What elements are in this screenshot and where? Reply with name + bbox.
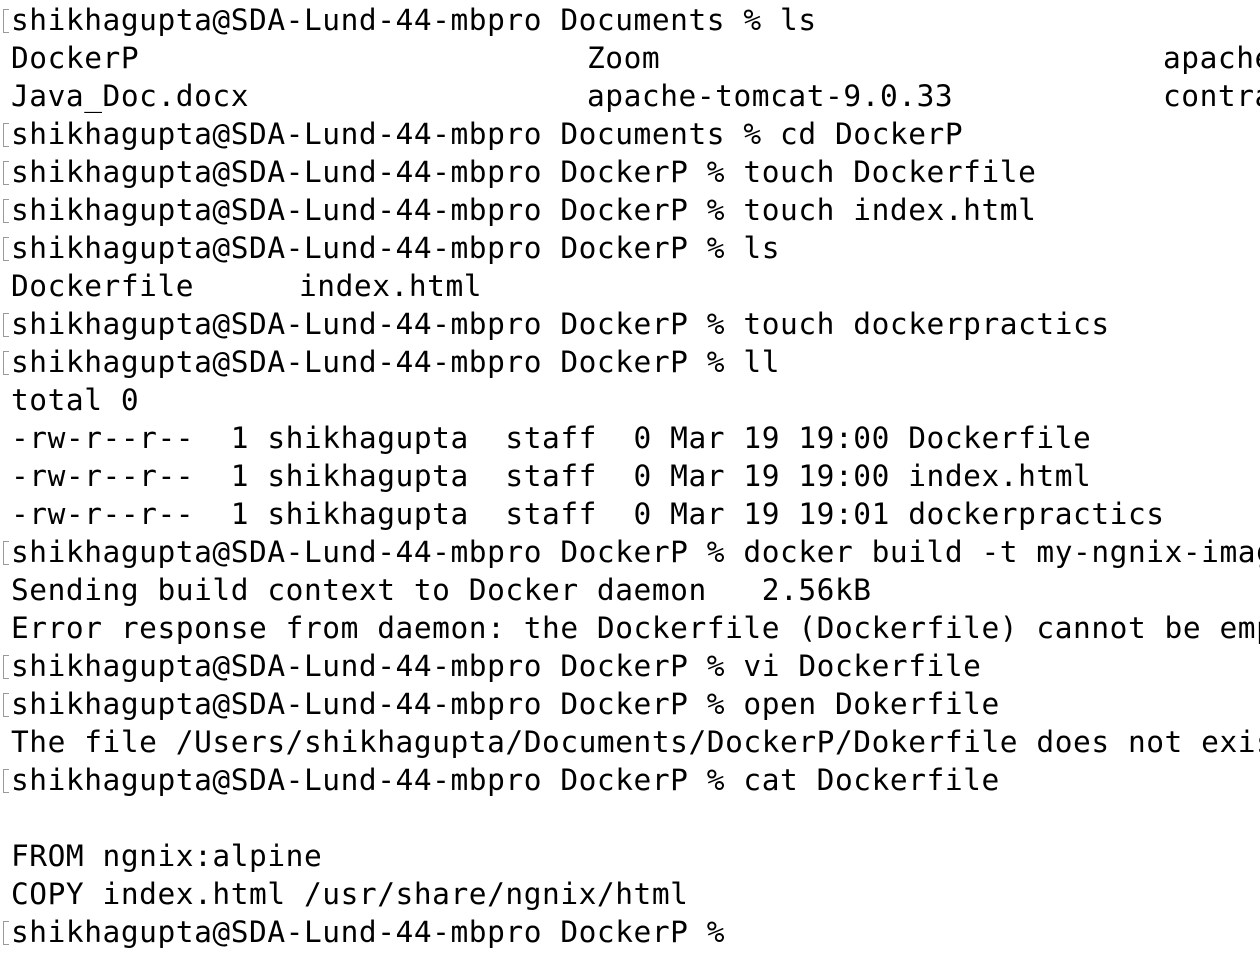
output-text: Sending build context to Docker daemon 2… <box>11 573 872 607</box>
mark-bracket-icon <box>0 191 9 229</box>
output-line: COPY index.html /usr/share/ngnix/html <box>11 875 1260 913</box>
output-line: Error response from daemon: the Dockerfi… <box>11 609 1260 647</box>
mark-bracket-icon <box>0 1 9 39</box>
prompt-line: shikhagupta@SDA-Lund-44-mbpro DockerP % … <box>3 533 1260 571</box>
command-text: cat Dockerfile <box>743 763 1000 797</box>
mark-bracket-icon <box>0 761 9 799</box>
output-line: -rw-r--r-- 1 shikhagupta staff 0 Mar 19 … <box>11 495 1260 533</box>
prompt-line: shikhagupta@SDA-Lund-44-mbpro DockerP % … <box>3 647 1260 685</box>
prompt-line: shikhagupta@SDA-Lund-44-mbpro DockerP % … <box>3 191 1260 229</box>
output-line: -rw-r--r-- 1 shikhagupta staff 0 Mar 19 … <box>11 419 1260 457</box>
mark-bracket-icon <box>0 647 9 685</box>
command-text: touch Dockerfile <box>743 155 1037 189</box>
prompt-line: shikhagupta@SDA-Lund-44-mbpro DockerP % <box>3 913 1260 951</box>
mark-bracket-icon <box>0 343 9 381</box>
command-text: ll <box>743 345 781 379</box>
prompt-line: shikhagupta@SDA-Lund-44-mbpro DockerP % … <box>3 305 1260 343</box>
ls-output-row: DockerP Zoom apache <box>11 39 1260 77</box>
mark-bracket-icon <box>0 913 9 951</box>
command-text: docker build -t my-ngnix-image <box>743 535 1260 569</box>
output-text: -rw-r--r-- 1 shikhagupta staff 0 Mar 19 … <box>11 421 1092 455</box>
prompt-text: shikhagupta@SDA-Lund-44-mbpro DockerP % <box>11 763 744 797</box>
prompt-text: shikhagupta@SDA-Lund-44-mbpro DockerP % <box>11 687 744 721</box>
prompt-text: shikhagupta@SDA-Lund-44-mbpro DockerP % <box>11 649 744 683</box>
ls-entry: contra <box>1163 79 1260 113</box>
prompt-line: shikhagupta@SDA-Lund-44-mbpro DockerP % … <box>3 229 1260 267</box>
prompt-line: shikhagupta@SDA-Lund-44-mbpro DockerP % … <box>3 685 1260 723</box>
output-text: total 0 <box>11 383 140 417</box>
command-text: ls <box>743 231 781 265</box>
command-text: touch index.html <box>743 193 1037 227</box>
command-text: cd DockerP <box>780 117 964 151</box>
prompt-line: shikhagupta@SDA-Lund-44-mbpro Documents … <box>3 1 1260 39</box>
command-text: vi Dockerfile <box>743 649 982 683</box>
prompt-line: shikhagupta@SDA-Lund-44-mbpro DockerP % … <box>3 761 1260 799</box>
ls-output-row: Java_Doc.docx apache-tomcat-9.0.33 contra <box>11 77 1260 115</box>
ls-entry: apache <box>1163 41 1260 75</box>
ls-entry: Zoom <box>587 41 661 75</box>
prompt-line: shikhagupta@SDA-Lund-44-mbpro DockerP % … <box>3 343 1260 381</box>
terminal-window[interactable]: shikhagupta@SDA-Lund-44-mbpro Documents … <box>0 0 1260 954</box>
prompt-line: shikhagupta@SDA-Lund-44-mbpro Documents … <box>3 115 1260 153</box>
ls-entry: apache-tomcat-9.0.33 <box>587 79 954 113</box>
mark-bracket-icon <box>0 533 9 571</box>
prompt-text: shikhagupta@SDA-Lund-44-mbpro Documents … <box>11 3 781 37</box>
output-line: FROM ngnix:alpine <box>11 837 1260 875</box>
prompt-text: shikhagupta@SDA-Lund-44-mbpro DockerP % <box>11 231 744 265</box>
output-text: -rw-r--r-- 1 shikhagupta staff 0 Mar 19 … <box>11 497 1165 531</box>
ls-entry: DockerP <box>11 41 140 75</box>
output-text: -rw-r--r-- 1 shikhagupta staff 0 Mar 19 … <box>11 459 1092 493</box>
prompt-text: shikhagupta@SDA-Lund-44-mbpro DockerP % <box>11 535 744 569</box>
command-text: ls <box>780 3 817 37</box>
ls-entry: Dockerfile <box>11 269 195 303</box>
output-line: -rw-r--r-- 1 shikhagupta staff 0 Mar 19 … <box>11 457 1260 495</box>
output-line: The file /Users/shikhagupta/Documents/Do… <box>11 723 1260 761</box>
mark-bracket-icon <box>0 153 9 191</box>
prompt-text: shikhagupta@SDA-Lund-44-mbpro DockerP % <box>11 307 744 341</box>
prompt-text: shikhagupta@SDA-Lund-44-mbpro Documents … <box>11 117 781 151</box>
prompt-text: shikhagupta@SDA-Lund-44-mbpro DockerP % <box>11 345 744 379</box>
prompt-text: shikhagupta@SDA-Lund-44-mbpro DockerP % <box>11 193 744 227</box>
ls-entry: Java_Doc.docx <box>11 79 250 113</box>
ls-entry: index.html <box>299 269 483 303</box>
prompt-line: shikhagupta@SDA-Lund-44-mbpro DockerP % … <box>3 153 1260 191</box>
command-text: open Dokerfile <box>743 687 1000 721</box>
ls-output-row: Dockerfile index.html <box>11 267 1260 305</box>
mark-bracket-icon <box>0 305 9 343</box>
output-line: Sending build context to Docker daemon 2… <box>11 571 1260 609</box>
output-text: FROM ngnix:alpine <box>11 839 323 873</box>
prompt-text: shikhagupta@SDA-Lund-44-mbpro DockerP % <box>11 915 744 949</box>
output-text: Error response from daemon: the Dockerfi… <box>11 611 1260 645</box>
output-text: The file /Users/shikhagupta/Documents/Do… <box>11 725 1260 759</box>
mark-bracket-icon <box>0 685 9 723</box>
output-text: COPY index.html /usr/share/ngnix/html <box>11 877 689 911</box>
output-line: total 0 <box>11 381 1260 419</box>
command-text: touch dockerpractics <box>743 307 1110 341</box>
mark-bracket-icon <box>0 229 9 267</box>
mark-bracket-icon <box>0 115 9 153</box>
prompt-text: shikhagupta@SDA-Lund-44-mbpro DockerP % <box>11 155 744 189</box>
